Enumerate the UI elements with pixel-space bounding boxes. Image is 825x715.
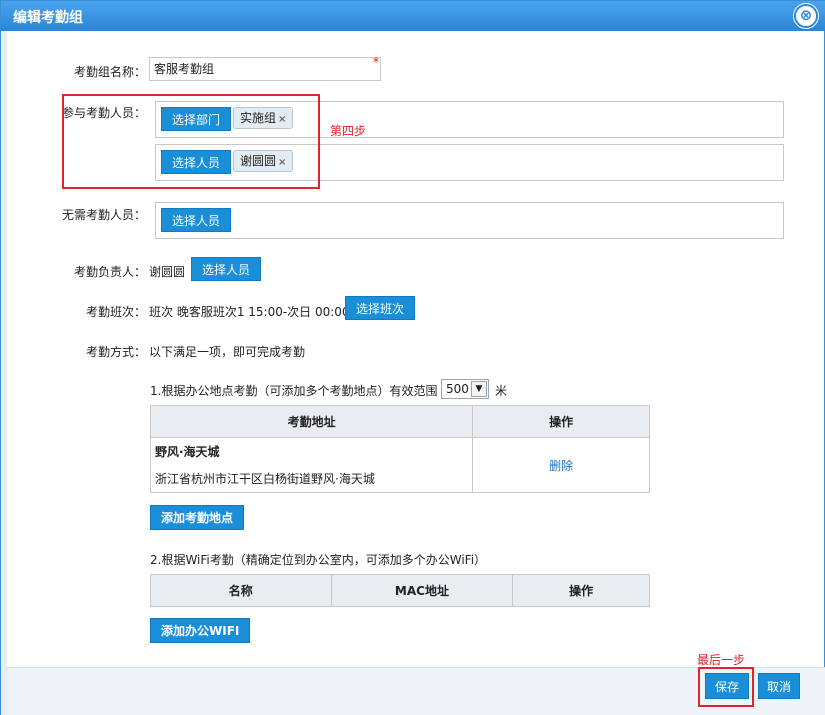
location-address: 浙江省杭州市江干区白杨街道野风·海天城 [155, 472, 375, 486]
exempt-box [155, 202, 784, 239]
close-icon[interactable]: ⊗ [794, 4, 818, 28]
add-location-button[interactable]: 添加考勤地点 [150, 505, 245, 530]
location-col-action: 操作 [472, 405, 650, 438]
dialog-title: 编辑考勤组 [13, 10, 83, 26]
method-label: 考勤方式： [85, 345, 146, 359]
group-name-input[interactable]: 客服考勤组 [149, 57, 381, 81]
exempt-label: 无需考勤人员： [61, 208, 146, 222]
owner-label: 考勤负责人： [73, 265, 146, 279]
location-name: 野风·海天城 [155, 445, 220, 459]
select-exempt-button[interactable]: 选择人员 [161, 208, 232, 232]
owner-value: 谢圆圆 [149, 265, 186, 279]
location-rule-heading: 1.根据办公地点考勤（可添加多个考勤地点）有效范围 [150, 384, 438, 398]
range-value: 500 [446, 382, 469, 396]
dialog-titlebar: 编辑考勤组 ⊗ [1, 1, 825, 31]
range-select[interactable]: 500 ▼ [441, 379, 489, 399]
location-address-cell: 野风·海天城 浙江省杭州市江干区白杨街道野风·海天城 [149, 437, 474, 493]
location-table-header: 考勤地址 操作 [149, 405, 650, 438]
highlight-box-step4 [62, 94, 320, 189]
wifi-table: 名称 MAC地址 操作 [150, 574, 650, 607]
wifi-table-header: 名称 MAC地址 操作 [150, 574, 650, 607]
wifi-col-action: 操作 [512, 574, 650, 607]
wifi-col-name: 名称 [150, 574, 332, 607]
range-unit: 米 [495, 384, 508, 398]
left-edge-strip [1, 31, 7, 715]
cancel-button[interactable]: 取消 [758, 673, 801, 699]
location-col-address: 考勤地址 [149, 405, 474, 438]
add-wifi-button[interactable]: 添加办公WIFI [150, 618, 251, 643]
annotation-step4: 第四步 [330, 124, 367, 138]
required-mark: * [373, 55, 379, 69]
save-button[interactable]: 保存 [705, 673, 750, 699]
location-table: 考勤地址 操作 野风·海天城 浙江省杭州市江干区白杨街道野风·海天城 删除 [149, 405, 650, 493]
wifi-col-mac: MAC地址 [330, 574, 514, 607]
table-row: 野风·海天城 浙江省杭州市江干区白杨街道野风·海天城 删除 [149, 437, 650, 493]
location-action-cell: 删除 [472, 437, 650, 493]
chevron-down-icon[interactable]: ▼ [471, 381, 487, 397]
wifi-rule-heading: 2.根据WiFi考勤（精确定位到办公室内，可添加多个办公WiFi） [150, 553, 487, 567]
method-value: 以下满足一项，即可完成考勤 [149, 345, 306, 359]
select-owner-button[interactable]: 选择人员 [191, 257, 262, 281]
annotation-last-step: 最后一步 [697, 653, 746, 667]
edit-attendance-group-dialog: 编辑考勤组 ⊗ 考勤组名称： 客服考勤组 * 参与考勤人员： 选择部门 实施组 ×… [0, 0, 825, 715]
group-name-label: 考勤组名称： [73, 65, 146, 79]
shift-value: 班次 晚客服班次1 15:00-次日 00:00 [149, 305, 350, 319]
select-shift-button[interactable]: 选择班次 [345, 296, 416, 320]
delete-location-link[interactable]: 删除 [549, 459, 573, 473]
shift-label: 考勤班次： [85, 305, 146, 319]
